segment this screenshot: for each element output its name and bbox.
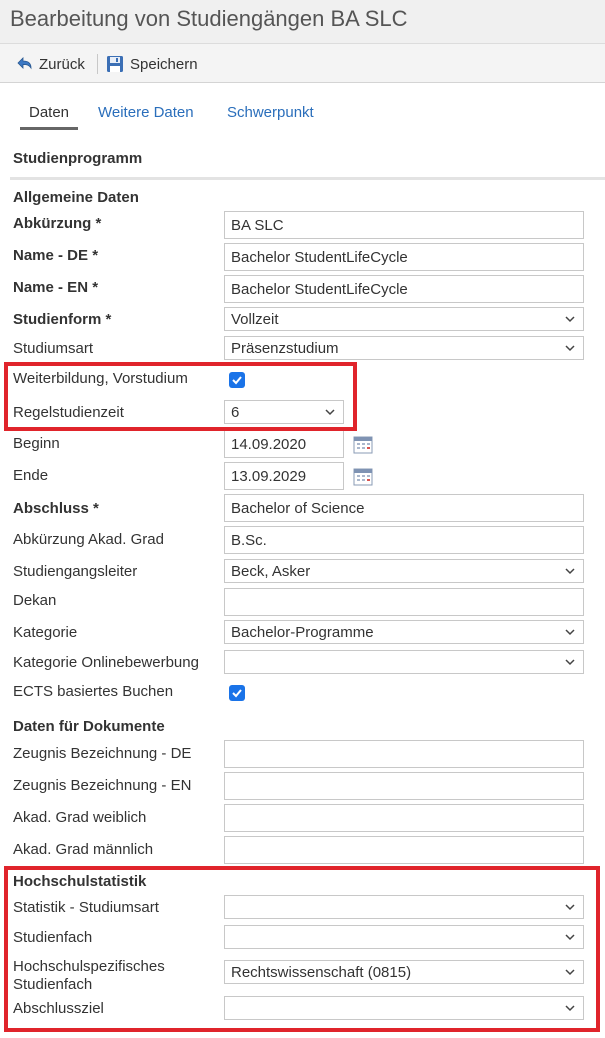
chevron-down-icon bbox=[565, 345, 575, 352]
ende-input[interactable]: 13.09.2029 bbox=[224, 462, 344, 490]
tab-weitere-daten[interactable]: Weitere Daten bbox=[98, 104, 194, 121]
abkuerzung-label: Abkürzung * bbox=[13, 215, 102, 232]
zeugnis-en-input[interactable] bbox=[224, 772, 584, 800]
toolbar-separator bbox=[97, 54, 98, 74]
grad-weiblich-label: Akad. Grad weiblich bbox=[13, 809, 147, 826]
beginn-input[interactable]: 14.09.2020 bbox=[224, 430, 344, 458]
back-button[interactable]: Zurück bbox=[14, 52, 85, 76]
abkuerzung-input[interactable]: BA SLC bbox=[224, 211, 584, 239]
studiumsart-label: Studiumsart bbox=[13, 340, 94, 357]
group-heading-documents: Daten für Dokumente bbox=[13, 718, 165, 735]
save-button[interactable]: Speichern bbox=[105, 52, 198, 76]
checkmark-icon bbox=[232, 689, 242, 698]
studienform-label: Studienform * bbox=[13, 311, 112, 328]
floppy-disk-icon bbox=[105, 54, 125, 74]
chevron-down-icon bbox=[565, 659, 575, 666]
studiengangsleiter-label: Studiengangsleiter bbox=[13, 563, 138, 580]
chevron-down-icon bbox=[565, 568, 575, 575]
title-bar: Bearbeitung von Studiengängen BA SLC bbox=[0, 0, 605, 44]
active-tab-indicator bbox=[20, 127, 78, 130]
kategorie-online-label: Kategorie Onlinebewerbung bbox=[13, 654, 199, 671]
abschluss-input[interactable]: Bachelor of Science bbox=[224, 494, 584, 522]
grad-weiblich-input[interactable] bbox=[224, 804, 584, 832]
chevron-down-icon bbox=[565, 316, 575, 323]
zeugnis-de-input[interactable] bbox=[224, 740, 584, 768]
toolbar: Zurück Speichern bbox=[0, 44, 605, 83]
tab-bar: Daten Weitere Daten Schwerpunkt bbox=[0, 98, 605, 134]
name-en-input[interactable]: Bachelor StudentLifeCycle bbox=[224, 275, 584, 303]
chevron-down-icon bbox=[565, 629, 575, 636]
kategorie-select[interactable]: Bachelor-Programme bbox=[224, 620, 584, 644]
studienform-value: Vollzeit bbox=[231, 311, 279, 328]
ects-checkbox[interactable] bbox=[229, 685, 245, 701]
abk-grad-input[interactable]: B.Sc. bbox=[224, 526, 584, 554]
studienform-select[interactable]: Vollzeit bbox=[224, 307, 584, 331]
dekan-label: Dekan bbox=[13, 592, 57, 609]
studiengangsleiter-select[interactable]: Beck, Asker bbox=[224, 559, 584, 583]
name-de-input[interactable]: Bachelor StudentLifeCycle bbox=[224, 243, 584, 271]
kategorie-online-select[interactable] bbox=[224, 650, 584, 674]
ende-label: Ende bbox=[13, 467, 49, 484]
highlight-box-hochschulstatistik bbox=[4, 866, 600, 1032]
ects-label: ECTS basiertes Buchen bbox=[13, 683, 174, 700]
group-heading-general: Allgemeine Daten bbox=[13, 189, 139, 206]
name-en-label: Name - EN * bbox=[13, 279, 99, 296]
section-title: Studienprogramm bbox=[13, 150, 143, 167]
abk-grad-label: Abkürzung Akad. Grad bbox=[13, 531, 164, 548]
back-arrow-icon bbox=[14, 54, 34, 74]
zeugnis-en-label: Zeugnis Bezeichnung - EN bbox=[13, 777, 192, 794]
kategorie-value: Bachelor-Programme bbox=[231, 624, 374, 641]
grad-maennlich-label: Akad. Grad männlich bbox=[13, 841, 154, 858]
zeugnis-de-label: Zeugnis Bezeichnung - DE bbox=[13, 745, 192, 762]
studiumsart-select[interactable]: Präsenzstudium bbox=[224, 336, 584, 360]
calendar-icon[interactable] bbox=[353, 435, 373, 454]
calendar-icon[interactable] bbox=[353, 467, 373, 486]
abschluss-label: Abschluss * bbox=[13, 500, 99, 517]
highlight-box-weiterbildung bbox=[4, 362, 357, 431]
window-title: Bearbeitung von Studiengängen BA SLC bbox=[10, 6, 408, 31]
grad-maennlich-input[interactable] bbox=[224, 836, 584, 864]
studiumsart-value: Präsenzstudium bbox=[231, 340, 339, 357]
studiengangsleiter-value: Beck, Asker bbox=[231, 563, 311, 580]
name-de-label: Name - DE * bbox=[13, 247, 99, 264]
section-divider bbox=[10, 177, 605, 180]
tab-schwerpunkt[interactable]: Schwerpunkt bbox=[227, 104, 314, 121]
save-button-label: Speichern bbox=[130, 55, 198, 73]
tab-daten[interactable]: Daten bbox=[29, 104, 69, 121]
beginn-label: Beginn bbox=[13, 435, 60, 452]
kategorie-label: Kategorie bbox=[13, 624, 78, 641]
dekan-input[interactable] bbox=[224, 588, 584, 616]
back-button-label: Zurück bbox=[39, 55, 85, 73]
